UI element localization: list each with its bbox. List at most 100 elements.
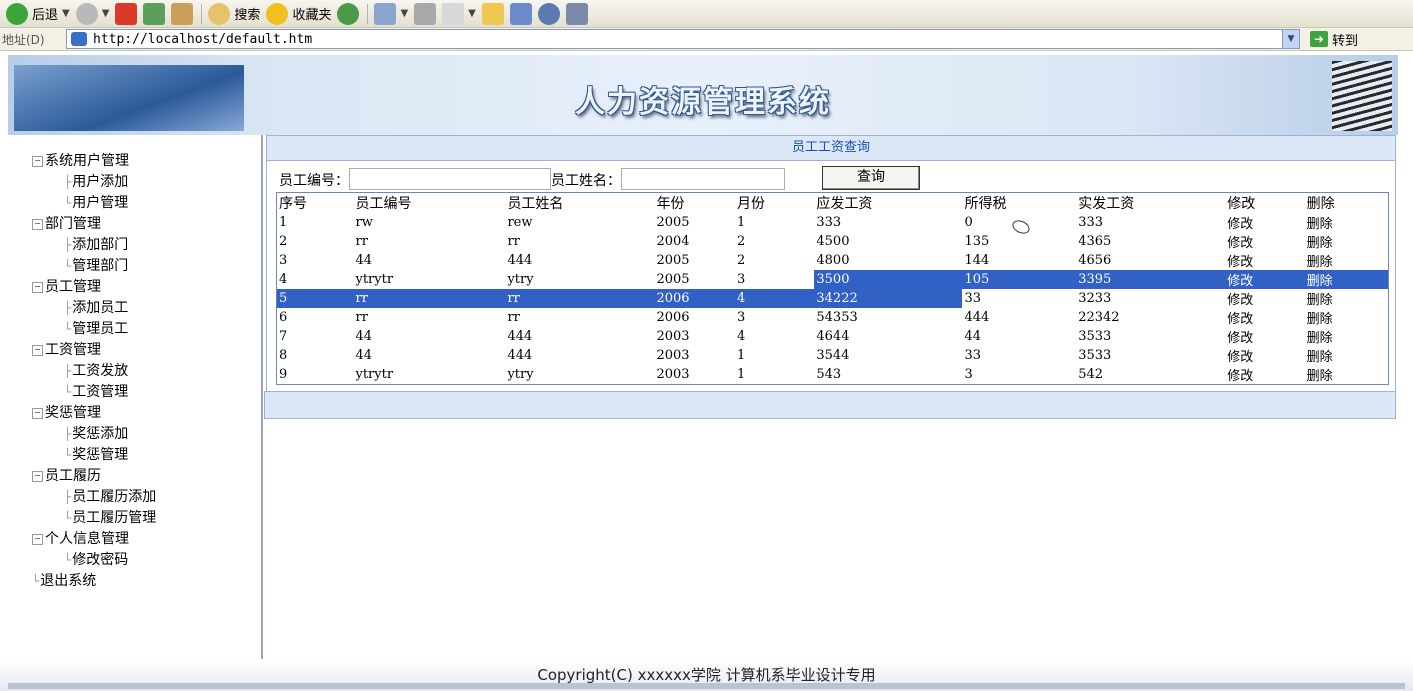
sidebar-item-label: 用户管理	[72, 195, 129, 211]
messenger-button[interactable]	[537, 2, 560, 26]
table-row: 1 rw rew 2005 1 333 0 333 修改 删除	[277, 213, 1389, 232]
sidebar-item[interactable]: ├ 员工履历添加	[32, 487, 156, 508]
sidebar-item[interactable]: ├ 奖惩添加	[32, 424, 156, 445]
sidebar-item[interactable]: ├ 添加员工	[32, 298, 156, 319]
sidebar-item[interactable]: └ 管理部门	[32, 256, 156, 277]
collapse-icon[interactable]: −	[32, 345, 43, 356]
mail-button[interactable]: ▼	[374, 2, 408, 26]
table-cell: 2	[737, 253, 746, 268]
edit-link[interactable]: 修改	[1225, 289, 1304, 308]
star-icon	[266, 2, 289, 25]
collapse-icon[interactable]: −	[32, 471, 43, 482]
edit-icon	[442, 2, 465, 25]
sidebar-item-label: 管理部门	[72, 258, 129, 274]
sidebar-item[interactable]: └ 员工履历管理	[32, 508, 156, 529]
sidebar-item[interactable]: ├ 工资发放	[32, 361, 156, 382]
chevron-down-icon[interactable]: ▼	[102, 8, 110, 19]
chevron-down-icon[interactable]: ▼	[1282, 30, 1299, 48]
collapse-icon[interactable]: −	[32, 282, 43, 293]
edit-link[interactable]: 修改	[1225, 346, 1304, 365]
go-label: 转到	[1332, 33, 1359, 49]
forward-button[interactable]: ▼	[75, 2, 110, 26]
column-header: 序号	[279, 196, 307, 212]
table-cell: 2004	[656, 234, 690, 249]
table-cell: 4	[279, 272, 288, 287]
table-cell: 2003	[656, 348, 690, 363]
edit-link[interactable]: 修改	[1225, 213, 1304, 232]
favorites-button[interactable]: 收藏夹	[266, 2, 331, 26]
table-cell: rr	[507, 310, 520, 325]
emp-name-input[interactable]	[621, 168, 785, 190]
delete-link[interactable]: 删除	[1305, 327, 1389, 346]
sidebar-item[interactable]: ├ 用户添加	[32, 172, 156, 193]
sidebar-group[interactable]: − 员工履历	[32, 466, 156, 487]
sidebar-item[interactable]: └ 用户管理	[32, 193, 156, 214]
delete-link[interactable]: 删除	[1305, 232, 1389, 251]
table-cell: 8	[279, 348, 288, 363]
edit-link[interactable]: 修改	[1225, 251, 1304, 270]
stop-button[interactable]	[115, 2, 138, 26]
sidebar-item[interactable]: └ 管理员工	[32, 319, 156, 340]
delete-link[interactable]: 删除	[1305, 251, 1389, 270]
table-cell: 333	[816, 215, 842, 230]
table-cell: 444	[507, 253, 533, 268]
collapse-icon[interactable]: −	[32, 156, 43, 167]
history-button[interactable]	[337, 2, 360, 26]
refresh-button[interactable]	[143, 2, 166, 26]
mail-icon	[374, 2, 397, 25]
table-row: 9 ytrytr ytry 2003 1 543 3 542 修改 删除	[277, 365, 1389, 385]
media-button[interactable]	[565, 2, 588, 26]
edit-link[interactable]: 修改	[1225, 232, 1304, 251]
forward-arrow-icon	[75, 2, 98, 25]
search-button[interactable]: 搜索	[208, 2, 260, 26]
collapse-icon[interactable]: −	[32, 534, 43, 545]
sidebar-item-label: 添加员工	[72, 300, 129, 316]
sidebar-group[interactable]: − 部门管理	[32, 214, 156, 235]
sidebar-group[interactable]: − 奖惩管理	[32, 403, 156, 424]
home-button[interactable]	[171, 2, 194, 26]
edit-link[interactable]: 修改	[1225, 365, 1304, 385]
footer-divider	[8, 683, 1405, 689]
sidebar-item[interactable]: └ 工资管理	[32, 382, 156, 403]
sidebar-group[interactable]: − 员工管理	[32, 277, 156, 298]
sidebar-item[interactable]: └ 修改密码	[32, 550, 156, 571]
print-button[interactable]	[414, 2, 437, 26]
sidebar-item-label: 奖惩添加	[72, 426, 129, 442]
back-arrow-icon	[6, 2, 28, 25]
table-cell: 3	[964, 367, 973, 382]
search-label: 搜索	[234, 8, 261, 23]
tree-line-icon: └	[32, 574, 40, 588]
table-cell: 3533	[1078, 348, 1112, 363]
delete-link[interactable]: 删除	[1305, 346, 1389, 365]
delete-link[interactable]: 删除	[1305, 289, 1389, 308]
delete-link[interactable]: 删除	[1305, 308, 1389, 327]
edit-link[interactable]: 修改	[1225, 270, 1305, 289]
header-banner: 人力资源管理系统	[8, 55, 1398, 135]
collapse-icon[interactable]: −	[32, 219, 43, 230]
sidebar-group[interactable]: − 系统用户管理	[32, 151, 156, 172]
edit-button[interactable]: ▼	[442, 2, 476, 26]
sidebar-item[interactable]: └ 奖惩管理	[32, 445, 156, 466]
back-button[interactable]: 后退 ▼	[6, 2, 70, 26]
chevron-down-icon[interactable]: ▼	[400, 8, 408, 19]
delete-link[interactable]: 删除	[1304, 270, 1389, 289]
research-button[interactable]	[509, 2, 532, 26]
sidebar-group[interactable]: − 工资管理	[32, 340, 156, 361]
sidebar-group[interactable]: − 个人信息管理	[32, 529, 156, 550]
folder-button[interactable]	[481, 2, 504, 26]
emp-no-input[interactable]	[349, 168, 551, 190]
collapse-icon[interactable]: −	[32, 408, 43, 419]
delete-link[interactable]: 删除	[1305, 365, 1389, 385]
delete-link[interactable]: 删除	[1305, 213, 1389, 232]
chevron-down-icon[interactable]: ▼	[468, 8, 476, 19]
tree-line-icon: └	[64, 511, 72, 525]
url-input[interactable]	[91, 30, 1245, 48]
sidebar-item[interactable]: ├ 添加部门	[32, 235, 156, 256]
edit-link[interactable]: 修改	[1225, 327, 1304, 346]
query-button[interactable]: 查询	[822, 166, 920, 190]
go-button[interactable]: ➜ 转到	[1310, 30, 1358, 49]
edit-link[interactable]: 修改	[1225, 308, 1304, 327]
chevron-down-icon[interactable]: ▼	[62, 8, 70, 19]
logout-link[interactable]: └ 退出系统	[32, 571, 156, 592]
address-field[interactable]: ▼	[66, 29, 1300, 49]
